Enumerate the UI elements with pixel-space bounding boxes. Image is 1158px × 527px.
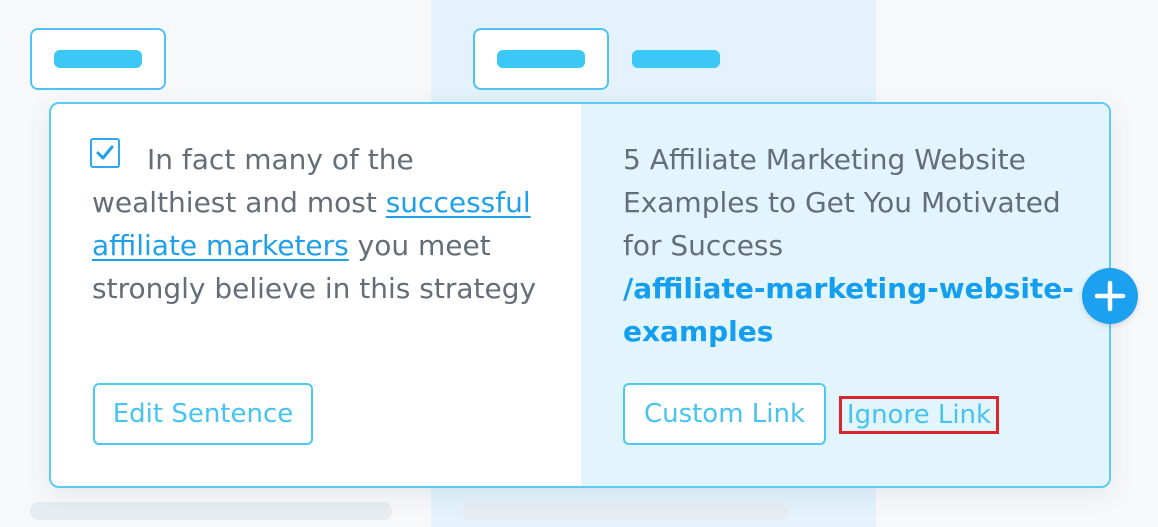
edit-sentence-button[interactable]: Edit Sentence (93, 383, 313, 445)
background-button-placeholder (54, 50, 142, 68)
link-suggestion-card: In fact many of the wealthiest and most … (49, 102, 1111, 488)
sentence-text: In fact many of the wealthiest and most … (92, 138, 542, 310)
background-button-placeholder (497, 50, 585, 68)
link-target-info: 5 Affiliate Marketing Website Examples t… (623, 138, 1083, 353)
link-target-title: 5 Affiliate Marketing Website Examples t… (623, 143, 1061, 262)
ignore-link-button[interactable]: Ignore Link (839, 396, 999, 434)
link-target-url: /affiliate-marketing-website-examples (623, 272, 1074, 348)
add-link-button[interactable] (1082, 268, 1138, 324)
background-label-placeholder (632, 50, 720, 68)
background-bar (462, 502, 788, 520)
sentence-text-before: In fact many of the wealthiest and most (92, 143, 414, 219)
background-bar (30, 502, 392, 520)
custom-link-button[interactable]: Custom Link (623, 383, 826, 445)
plus-icon (1094, 280, 1126, 312)
